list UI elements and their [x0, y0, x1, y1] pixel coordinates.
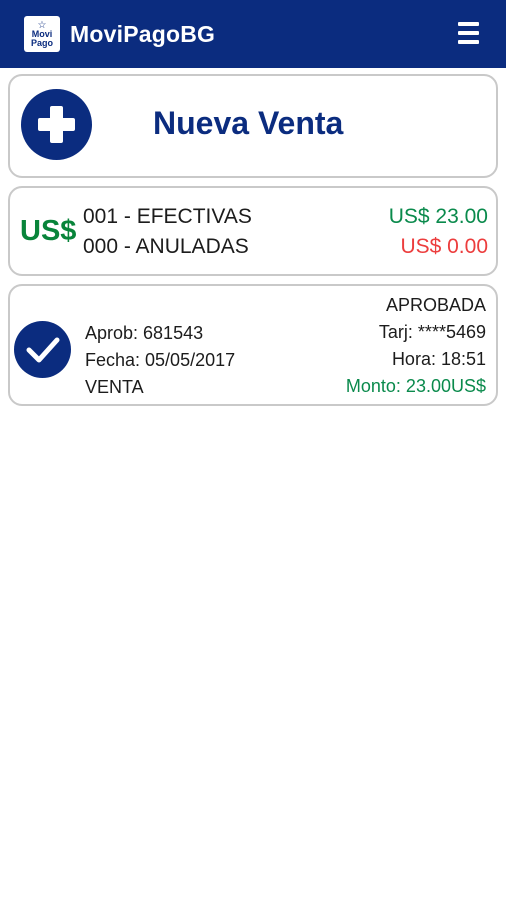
app-logo-line-2: Pago — [30, 37, 53, 48]
transaction-card[interactable]: Aprob: 681543 Fecha: 05/05/2017 VENTA AP… — [8, 284, 498, 406]
check-circle-icon — [14, 321, 71, 378]
summary-effective-label: 001 - EFECTIVAS — [83, 205, 252, 228]
transaction-type: VENTA — [85, 377, 144, 397]
transaction-amount: Monto: 23.00US$ — [345, 376, 486, 396]
new-sale-button[interactable]: Nueva Venta — [8, 74, 498, 178]
hamburger-menu-icon[interactable] — [458, 22, 479, 44]
app-bar: ☆ Movi Pago MoviPagoBG — [0, 0, 506, 68]
transaction-time: Hora: 18:51 — [391, 349, 486, 369]
new-sale-label: Nueva Venta — [153, 105, 344, 141]
transaction-approval: Aprob: 681543 — [85, 323, 204, 343]
plus-circle-icon — [21, 89, 92, 160]
summary-voided-label: 000 - ANULADAS — [83, 235, 249, 258]
transaction-card-number: Tarj: ****5469 — [378, 322, 486, 342]
app-logo-icon: ☆ Movi Pago — [24, 16, 60, 52]
app-title: MoviPagoBG — [70, 20, 216, 47]
transaction-date: Fecha: 05/05/2017 — [85, 350, 236, 370]
sales-summary-card: US$ 001 - EFECTIVAS 000 - ANULADAS US$ 2… — [8, 186, 498, 276]
summary-effective-amount: US$ 23.00 — [388, 205, 488, 228]
summary-voided-amount: US$ 0.00 — [400, 235, 488, 258]
transaction-status: APROBADA — [385, 295, 486, 315]
currency-label: US$ — [20, 215, 77, 247]
